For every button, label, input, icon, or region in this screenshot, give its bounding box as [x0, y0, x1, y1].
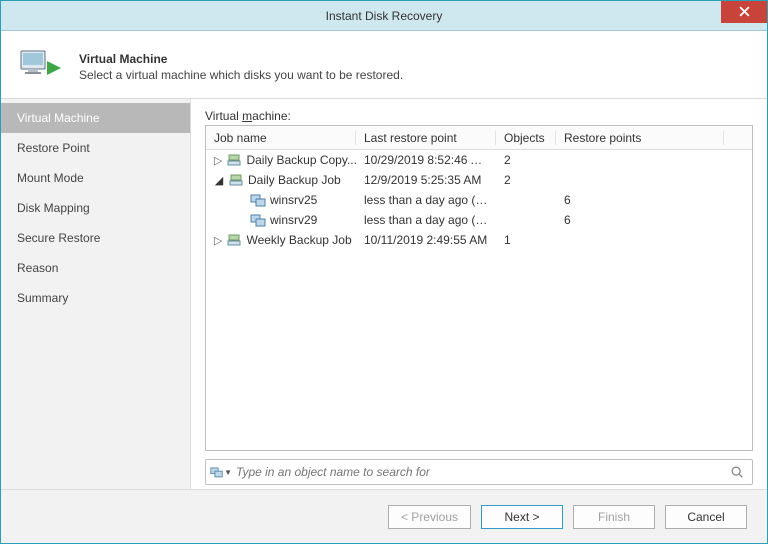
cell-last: 10/11/2019 2:49:55 AM — [356, 233, 496, 247]
sidebar-item-reason[interactable]: Reason — [1, 253, 190, 283]
sidebar-item-virtual-machine[interactable]: Virtual Machine — [1, 103, 190, 133]
finish-button[interactable]: Finish — [573, 505, 655, 529]
next-button[interactable]: Next > — [481, 505, 563, 529]
window-title: Instant Disk Recovery — [326, 9, 443, 23]
expand-icon[interactable]: ▷ — [214, 234, 222, 247]
cell-objects: 2 — [496, 153, 556, 167]
search-icon — [730, 465, 744, 479]
previous-button[interactable]: < Previous — [388, 505, 471, 529]
header-text: Virtual Machine Select a virtual machine… — [79, 52, 403, 82]
backup-job-icon — [228, 172, 244, 188]
main-panel: Virtual machine: Job name Last restore p… — [191, 99, 767, 489]
header-subtitle: Select a virtual machine which disks you… — [79, 68, 403, 82]
job-name: Weekly Backup Job — [246, 233, 351, 247]
titlebar: Instant Disk Recovery — [1, 1, 767, 31]
sidebar-item-restore-point[interactable]: Restore Point — [1, 133, 190, 163]
vm-type-icon — [210, 465, 223, 479]
sidebar-item-secure-restore[interactable]: Secure Restore — [1, 223, 190, 253]
cell-last: less than a day ago (5... — [356, 213, 496, 227]
vm-name: winsrv29 — [270, 213, 317, 227]
sidebar-item-summary[interactable]: Summary — [1, 283, 190, 313]
header-band: Virtual Machine Select a virtual machine… — [1, 31, 767, 99]
sidebar-item-disk-mapping[interactable]: Disk Mapping — [1, 193, 190, 223]
table-row[interactable]: ◢ Daily Backup Job 12/9/2019 5:25:35 AM … — [206, 170, 752, 190]
cell-last: 10/29/2019 8:52:46 AM — [356, 153, 496, 167]
cell-last: less than a day ago (5... — [356, 193, 496, 207]
cell-objects: 1 — [496, 233, 556, 247]
close-icon — [739, 5, 750, 20]
table-row[interactable]: winsrv29 less than a day ago (5... 6 — [206, 210, 752, 230]
search-button[interactable] — [726, 465, 748, 479]
vm-grid: Job name Last restore point Objects Rest… — [205, 125, 753, 451]
search-row: ▼ — [205, 459, 753, 485]
cancel-button[interactable]: Cancel — [665, 505, 747, 529]
col-restore-points[interactable]: Restore points — [556, 131, 724, 145]
wizard-window: Instant Disk Recovery Virtual Machine Se… — [0, 0, 768, 544]
table-row[interactable]: ▷ Daily Backup Copy... 10/29/2019 8:52:4… — [206, 150, 752, 170]
job-name: Daily Backup Copy... — [246, 153, 356, 167]
vm-name: winsrv25 — [270, 193, 317, 207]
col-objects[interactable]: Objects — [496, 131, 556, 145]
table-row[interactable]: ▷ Weekly Backup Job 10/11/2019 2:49:55 A… — [206, 230, 752, 250]
wizard-footer: < Previous Next > Finish Cancel — [1, 489, 767, 543]
cell-restore: 6 — [556, 213, 724, 227]
chevron-down-icon: ▼ — [224, 468, 232, 477]
table-row[interactable]: winsrv25 less than a day ago (5... 6 — [206, 190, 752, 210]
backup-job-icon — [226, 232, 242, 248]
job-name: Daily Backup Job — [248, 173, 341, 187]
grid-header: Job name Last restore point Objects Rest… — [206, 126, 752, 150]
cell-restore: 6 — [556, 193, 724, 207]
cell-objects: 2 — [496, 173, 556, 187]
sidebar-item-mount-mode[interactable]: Mount Mode — [1, 163, 190, 193]
grid-body[interactable]: ▷ Daily Backup Copy... 10/29/2019 8:52:4… — [206, 150, 752, 450]
backup-job-icon — [226, 152, 242, 168]
section-label: Virtual machine: — [205, 109, 753, 123]
col-job-name[interactable]: Job name — [206, 131, 356, 145]
object-type-picker[interactable]: ▼ — [210, 465, 232, 479]
vm-icon — [250, 192, 266, 208]
expand-icon[interactable]: ▷ — [214, 154, 222, 167]
wizard-sidebar: Virtual Machine Restore Point Mount Mode… — [1, 99, 191, 489]
search-input[interactable] — [232, 465, 726, 479]
cell-last: 12/9/2019 5:25:35 AM — [356, 173, 496, 187]
col-last-restore[interactable]: Last restore point — [356, 131, 496, 145]
vm-icon — [250, 212, 266, 228]
header-title: Virtual Machine — [79, 52, 403, 66]
close-button[interactable] — [721, 1, 767, 23]
vm-selection-icon — [19, 45, 63, 89]
expand-icon[interactable]: ◢ — [214, 174, 224, 187]
